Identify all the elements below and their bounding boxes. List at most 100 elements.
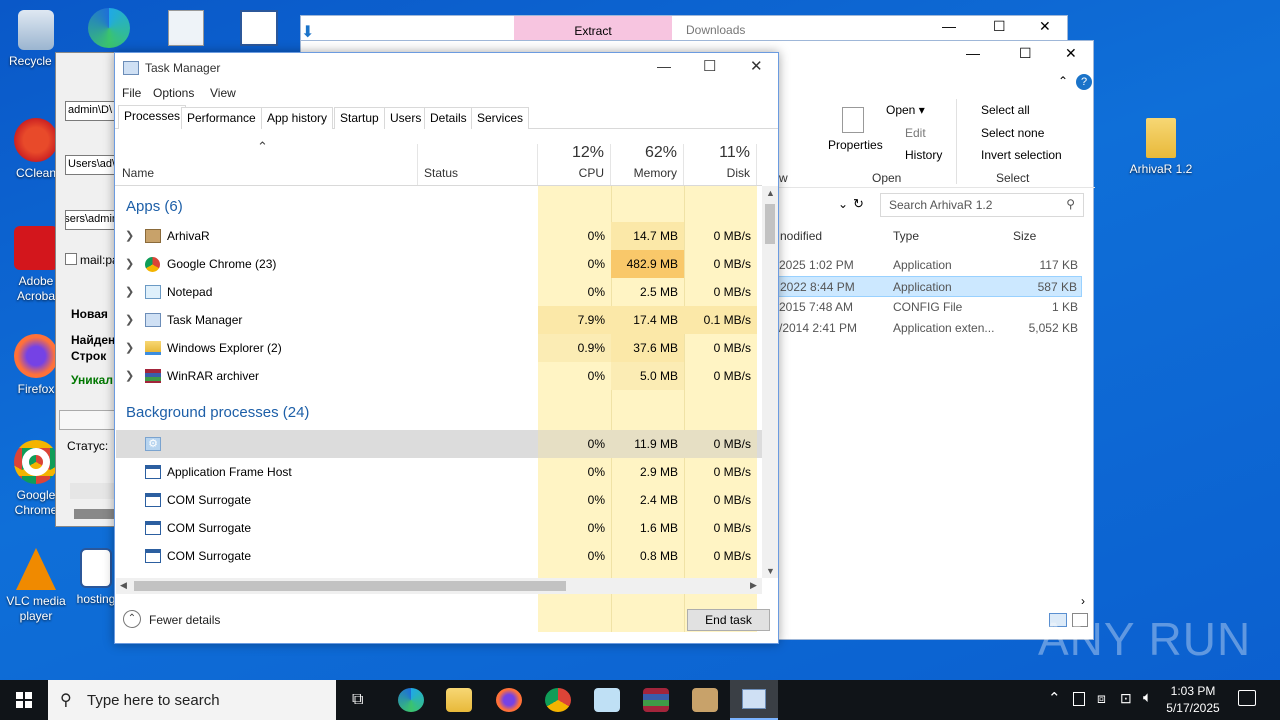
menu-file[interactable]: File [122,86,141,100]
expand-chevron-icon[interactable]: ❯ [125,362,134,390]
scroll-up-icon[interactable]: ▲ [766,188,775,198]
notification-icon[interactable] [1238,690,1256,706]
expand-chevron-icon[interactable]: ❯ [125,222,134,250]
maximize-icon[interactable]: ☐ [703,57,716,75]
search-input[interactable]: Search ArhivaR 1.2 ⚲ [880,193,1084,217]
horizontal-scrollbar[interactable] [70,483,120,499]
scroll-thumb[interactable] [134,581,566,591]
process-row-chrome[interactable]: ❯ Google Chrome (23) 0% 482.9 MB 0 MB/s [116,250,762,278]
tab-users[interactable]: Users [384,107,428,129]
process-row-notepad[interactable]: ❯ Notepad 0% 2.5 MB 0 MB/s [116,278,762,306]
image-desktop-icon[interactable] [168,10,204,46]
properties-button[interactable]: Properties [828,138,883,152]
file-row[interactable]: 2025 1:02 PM Application 117 KB [776,255,1082,276]
edit-button[interactable]: Edit [905,126,926,140]
clock[interactable]: 1:03 PM 5/17/2025 [1164,683,1222,717]
process-row-app-frame-host[interactable]: Application Frame Host 0% 2.9 MB 0 MB/s [116,458,762,486]
process-row-selected[interactable]: ⚙ 0% 11.9 MB 0 MB/s [116,430,762,458]
horizontal-scrollbar[interactable]: ◀ ▶ [116,578,762,594]
process-row-winrar[interactable]: ❯ WinRAR archiver 0% 5.0 MB 0 MB/s [116,362,762,390]
tab-details[interactable]: Details [424,107,473,129]
tab-services[interactable]: Services [471,107,530,129]
edge-desktop-icon[interactable] [88,8,130,48]
column-size[interactable]: Size [1013,229,1036,243]
scroll-right-icon[interactable]: ▶ [750,580,757,591]
process-row-com-surrogate[interactable]: COM Surrogate 0% 2.4 MB 0 MB/s [116,486,762,514]
process-row-com-surrogate[interactable]: COM Surrogate 0% 0.8 MB 0 MB/s [116,542,762,570]
winrar-taskbar-icon[interactable] [643,688,669,712]
select-all-button[interactable]: Select all [981,103,1030,117]
expand-chevron-icon[interactable]: ❯ [125,334,134,362]
expand-chevron-icon[interactable]: ❯ [125,306,134,334]
column-cpu[interactable]: 12% CPU [538,144,611,186]
path-field-3[interactable]: sers\admin [65,210,121,230]
select-none-button[interactable]: Select none [981,126,1044,140]
maximize-icon[interactable]: ☐ [993,18,1006,35]
column-type[interactable]: Type [893,229,919,243]
process-row-arhivar[interactable]: ❯ ArhivaR 0% 14.7 MB 0 MB/s [116,222,762,250]
process-row-task-manager[interactable]: ❯ Task Manager 7.9% 17.4 MB 0.1 MB/s [116,306,762,334]
tab-startup[interactable]: Startup [334,107,385,129]
file-row[interactable]: /2014 2:41 PM Application exten... 5,052… [776,318,1082,339]
scroll-down-icon[interactable]: ▼ [766,566,775,576]
scroll-thumb[interactable] [765,204,775,244]
chevron-up-icon[interactable]: ⌃ [1048,689,1061,707]
menu-view[interactable]: View [210,86,236,100]
start-button[interactable] [0,680,48,720]
tab-app-history[interactable]: App history [261,107,334,129]
chevron-right-icon[interactable]: › [1081,594,1085,608]
expand-chevron-icon[interactable]: ❯ [125,278,134,306]
display-icon[interactable]: ⧈ [1097,690,1106,707]
file-explorer-taskbar-icon[interactable] [446,688,472,712]
minimize-icon[interactable]: — [657,58,671,74]
maximize-icon[interactable]: ☐ [1019,45,1032,62]
path-field-2[interactable]: \Users\ad [65,155,121,175]
task-manager-window[interactable]: Task Manager — ☐ ✕ File Options View Pro… [114,52,779,644]
firefox-taskbar-icon[interactable] [496,688,522,712]
help-icon[interactable]: ? [1076,74,1092,90]
history-button[interactable]: History [905,148,942,162]
end-task-button[interactable]: End task [687,609,770,631]
column-modified[interactable]: nodified [780,229,822,243]
process-row-com-surrogate[interactable]: COM Surrogate 0% 1.6 MB 0 MB/s [116,514,762,542]
desktop-icon-arhivar-folder[interactable]: ArhivaR 1.2 [1125,118,1197,177]
menu-options[interactable]: Options [153,86,194,100]
path-field-1[interactable]: \admin\D [65,101,121,121]
column-disk[interactable]: 11% Disk [684,144,757,186]
process-row-explorer[interactable]: ❯ Windows Explorer (2) 0.9% 37.6 MB 0 MB… [116,334,762,362]
close-icon[interactable]: ✕ [1065,45,1077,62]
task-view-icon[interactable]: ⧉ [352,691,363,709]
chevron-up-icon[interactable]: ⌃ [1058,74,1068,88]
minimize-icon[interactable]: — [966,45,980,61]
tab-processes[interactable]: Processes [118,105,187,129]
title-bar[interactable]: Task Manager — ☐ ✕ [115,53,778,83]
word-desktop-icon[interactable] [240,10,278,46]
column-name[interactable]: Name [115,144,418,186]
chevron-down-icon[interactable]: ⌄ [838,197,848,211]
minimize-icon[interactable]: — [942,18,956,34]
arhivar-app-window[interactable]: \admin\D \Users\ad sers\admin mail:pa Но… [55,52,121,527]
open-button[interactable]: Open ▾ [886,103,925,117]
file-row[interactable]: 2015 7:48 AM CONFIG File 1 KB [776,297,1082,318]
mail-checkbox[interactable] [65,253,77,265]
column-status[interactable]: Status [418,144,538,186]
tab-performance[interactable]: Performance [181,107,262,129]
scroll-left-icon[interactable]: ◀ [120,580,127,591]
volume-icon[interactable]: 🔈︎ [1143,689,1152,706]
invert-selection-button[interactable]: Invert selection [981,148,1062,162]
chrome-taskbar-icon[interactable] [545,688,571,712]
edge-taskbar-icon[interactable] [398,688,424,712]
network-icon[interactable]: ⊡ [1120,690,1132,707]
column-memory[interactable]: 62% Memory [611,144,684,186]
tablet-icon[interactable] [1073,692,1085,706]
refresh-icon[interactable]: ↻ [853,196,864,212]
desktop-icon-vlc[interactable]: VLC media player [0,548,72,624]
expand-chevron-icon[interactable]: ❯ [125,250,134,278]
notepad-taskbar-icon[interactable] [594,688,620,712]
close-icon[interactable]: ✕ [1039,18,1051,35]
taskbar-search-box[interactable]: ⚲ Type here to search [48,680,336,720]
arhivar-taskbar-icon[interactable] [692,688,718,712]
extract-tab[interactable]: Extract [514,16,672,42]
close-icon[interactable]: ✕ [750,57,763,75]
vertical-scrollbar[interactable]: ▲ ▼ [762,186,778,578]
